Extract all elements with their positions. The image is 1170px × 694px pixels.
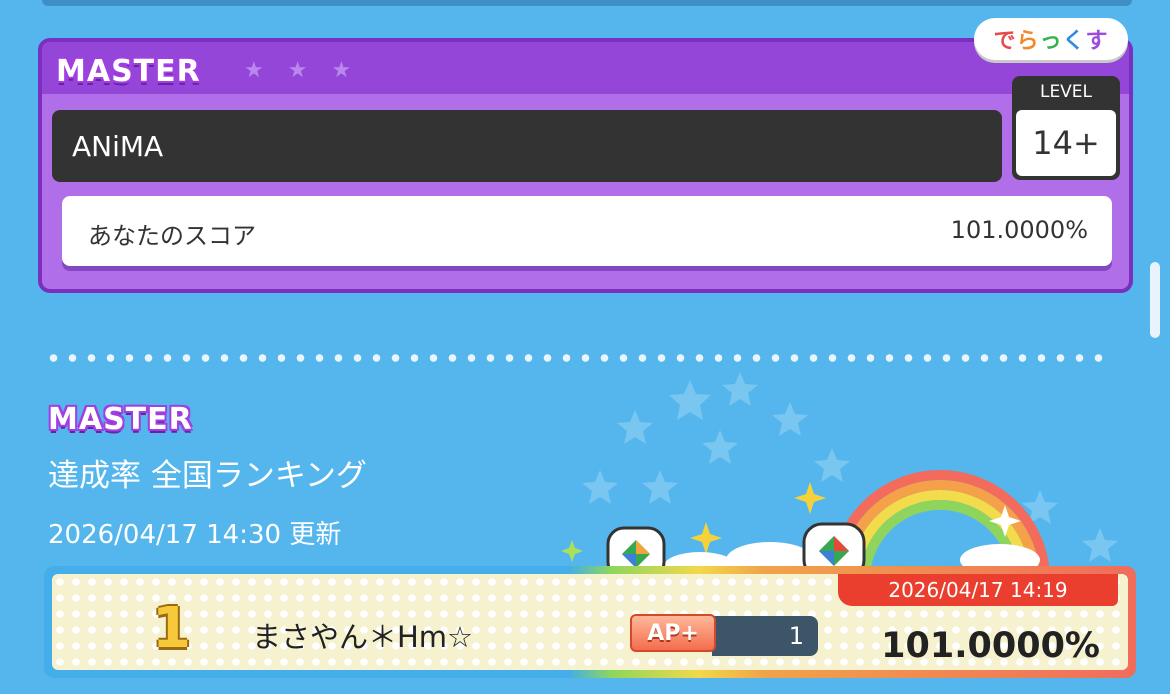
deluxe-logo: でらっくす [974,18,1128,60]
level-label: LEVEL [1039,82,1093,102]
player-name: まさやん＊Hm☆ [252,620,474,654]
rainbow-illustration [830,470,1050,581]
star-icon [814,448,850,482]
level-box: LEVEL 14+ [1012,76,1120,180]
your-score-value: 101.0000% [950,216,1088,244]
star-icon [1022,490,1058,524]
ranking-heading: 達成率 全国ランキング [48,458,367,494]
your-score-label: あなたのスコア [88,222,256,250]
star-icon [702,430,738,464]
star-icon [722,372,758,406]
song-title-bar: ANiMA [52,110,1002,182]
star-icon [772,402,808,436]
previous-card-edge [42,0,1132,6]
ap-plus-badge: AP+ [630,614,716,652]
ranking-row-body: 1 まさやん＊Hm☆ 1 AP+ 2026/04/17 14:19 101.00… [52,574,1128,670]
ranking-updated-time: 2026/04/17 14:30 更新 [48,520,342,550]
your-score-row: あなたのスコア 101.0000% [62,196,1112,266]
ap-count: 1 [788,622,804,650]
difficulty-label: MASTER [56,54,201,89]
difficulty-stars: ★ ★ ★ [244,60,351,82]
star-icon [617,410,653,444]
scrollbar-thumb[interactable] [1150,262,1160,338]
ranking-difficulty-label: MASTER [48,402,193,437]
level-value: 14+ [1016,110,1116,176]
record-score: 101.0000% [881,626,1100,666]
star-icon: ★ [244,58,264,83]
star-icon [1082,528,1118,562]
difficulty-band [42,42,1129,94]
star-icon: ★ [331,58,352,83]
song-title: ANiMA [72,130,164,163]
record-date: 2026/04/17 14:19 [838,574,1118,606]
ap-count-box: 1 [712,616,818,656]
star-icon [669,380,711,420]
star-icon: ★ [287,58,308,83]
star-icon [582,470,618,504]
rank-number: 1 [152,596,191,661]
song-card: MASTER ★ ★ ★ ANiMA LEVEL 14+ あなたのスコア 101… [38,38,1133,293]
dotted-divider [44,354,1104,362]
sparkle-icons [561,482,1021,562]
star-icon [642,470,678,504]
ranking-row[interactable]: 1 まさやん＊Hm☆ 1 AP+ 2026/04/17 14:19 101.00… [44,566,1136,678]
